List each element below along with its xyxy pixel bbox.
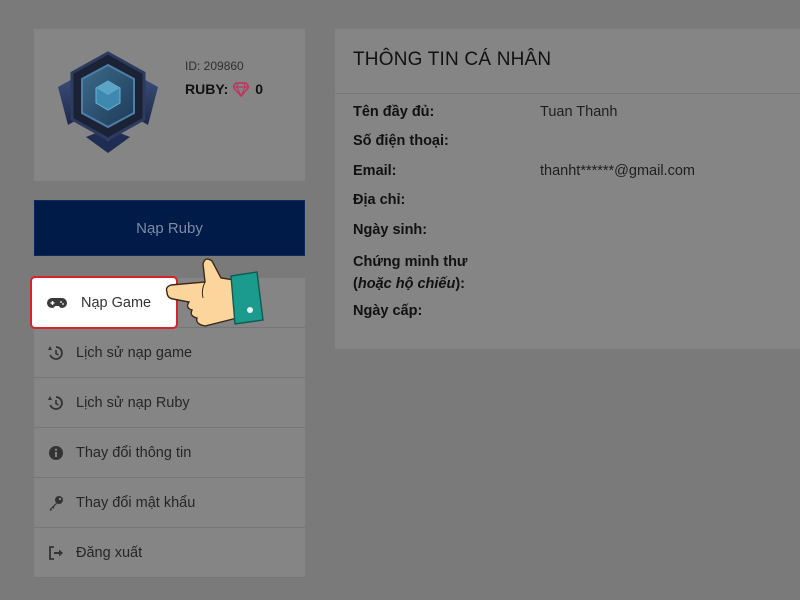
user-id: ID: 209860	[185, 59, 244, 73]
field-label-line1: Chứng minh thư	[353, 254, 468, 270]
field-phone: Số điện thoại:	[353, 133, 540, 149]
menu-item-label: Đăng xuất	[76, 544, 143, 561]
field-label: Ngày sinh:	[353, 222, 428, 238]
field-dob: Ngày sinh:	[353, 222, 540, 238]
field-email: Email: thanht******@gmail.com	[353, 163, 695, 179]
nap-ruby-button[interactable]: Nạp Ruby	[34, 200, 305, 256]
field-issue-date: Ngày cấp:	[353, 303, 540, 319]
menu-item-logout[interactable]: Đăng xuất	[34, 528, 305, 578]
field-label: Chứng minh thư (hoặc hộ chiếu):	[353, 251, 540, 295]
info-icon	[48, 445, 64, 461]
personal-info-card: THÔNG TIN CÁ NHÂN Tên đầy đủ: Tuan Thanh …	[335, 29, 800, 349]
menu-item-label: Lịch sử nạp Ruby	[76, 394, 190, 411]
history-icon	[48, 395, 64, 411]
field-full-name: Tên đầy đủ: Tuan Thanh	[353, 104, 617, 120]
menu-item-label: Lịch sử nạp game	[76, 344, 193, 361]
field-id-card: Chứng minh thư (hoặc hộ chiếu):	[353, 251, 540, 295]
field-label: Ngày cấp:	[353, 303, 423, 319]
field-label: Địa chỉ:	[353, 192, 406, 208]
page-title: THÔNG TIN CÁ NHÂN	[353, 49, 552, 70]
gamepad-icon	[47, 296, 67, 310]
field-value: Tuan Thanh	[540, 104, 618, 120]
field-value: thanht******@gmail.com	[540, 163, 695, 179]
field-address: Địa chỉ:	[353, 192, 540, 208]
logout-icon	[48, 545, 64, 561]
field-label-paren-close: ):	[455, 276, 466, 292]
field-label: Số điện thoại:	[353, 133, 449, 149]
pointing-hand-icon	[165, 258, 264, 327]
ruby-count: 0	[255, 81, 264, 97]
menu-item-label: Thay đổi thông tin	[76, 444, 192, 461]
menu-item-label: Nạp Game	[81, 294, 152, 311]
field-label: Email:	[353, 163, 397, 179]
rank-badge-icon	[58, 51, 158, 153]
ruby-gem-icon	[233, 82, 250, 97]
ruby-balance: RUBY: 0	[185, 81, 263, 97]
profile-card: ID: 209860 RUBY: 0	[34, 29, 305, 181]
menu-item-nap-game[interactable]: Nạp Game	[30, 276, 178, 329]
menu-item-ruby-history[interactable]: Lịch sử nạp Ruby	[34, 378, 305, 428]
menu-item-game-history[interactable]: Lịch sử nạp game	[34, 328, 305, 378]
field-label: Tên đầy đủ:	[353, 104, 435, 120]
menu-item-change-password[interactable]: Thay đổi mật khẩu	[34, 478, 305, 528]
menu-item-change-info[interactable]: Thay đổi thông tin	[34, 428, 305, 478]
menu-item-label: Thay đổi mật khẩu	[76, 494, 196, 511]
divider	[335, 93, 800, 94]
history-icon	[48, 345, 64, 361]
field-label-italic: hoặc hộ chiếu	[357, 276, 456, 292]
key-icon	[48, 495, 64, 511]
ruby-label: RUBY:	[185, 81, 229, 97]
